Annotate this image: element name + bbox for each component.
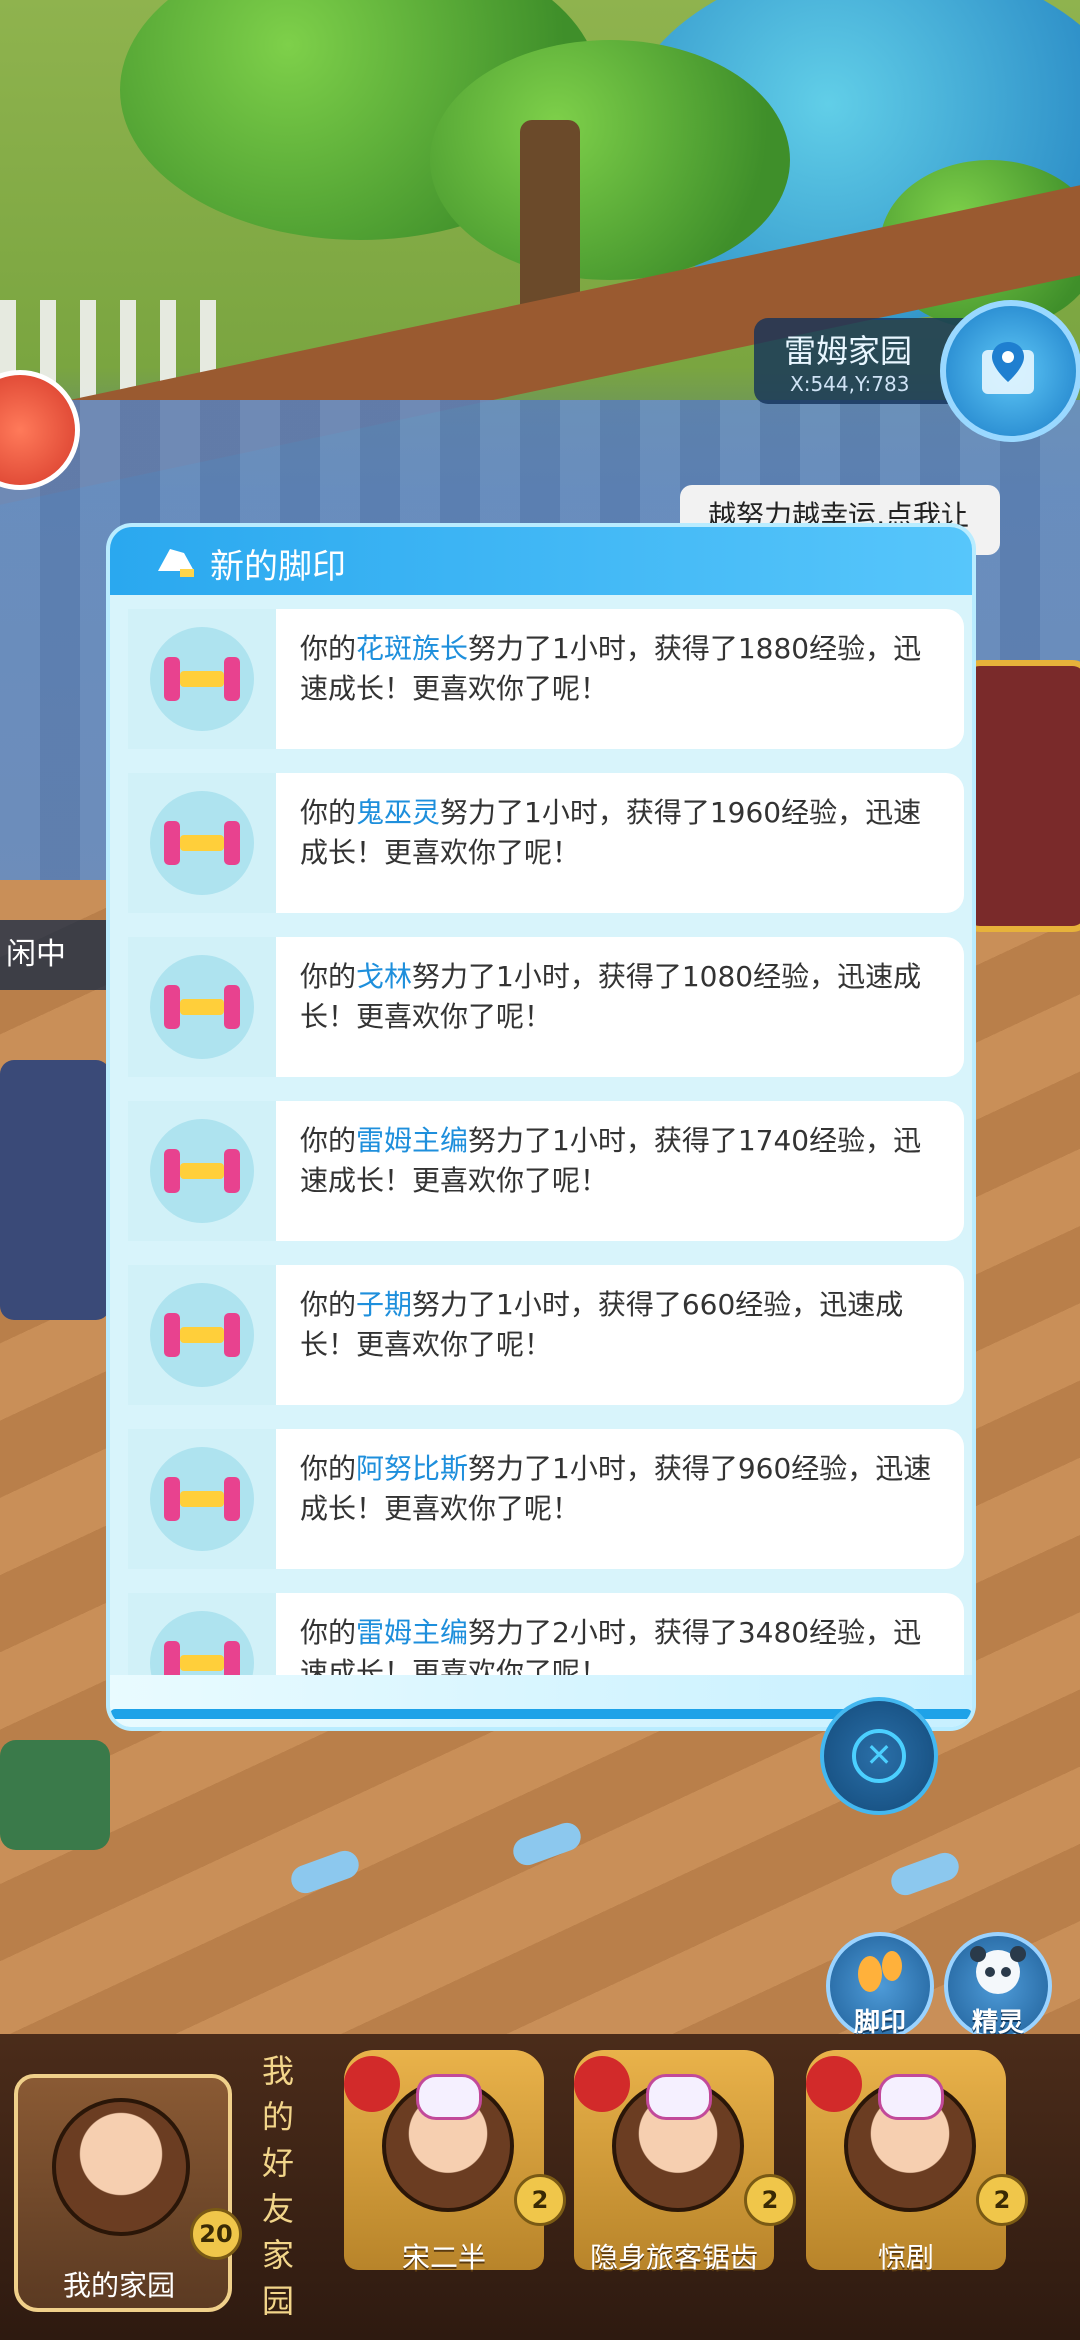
pet-name[interactable]: 鬼巫灵 <box>356 796 440 829</box>
item-icon-wrap <box>128 937 276 1077</box>
location-tag[interactable]: 雷姆家园 X:544,Y:783 <box>754 318 964 404</box>
friend-home-card[interactable]: 2 隐身旅客锯齿 <box>574 2050 796 2280</box>
dumbbell-icon <box>164 821 240 865</box>
close-icon: ✕ <box>852 1729 906 1783</box>
list-item: 你的子期努力了1小时，获得了660经验，迅速成长！更喜欢你了呢！ <box>128 1265 964 1405</box>
dumbbell-icon <box>164 1149 240 1193</box>
list-item: 你的阿努比斯努力了1小时，获得了960经验，迅速成长！更喜欢你了呢！ <box>128 1429 964 1569</box>
popup-header: 新的脚印 <box>110 527 972 595</box>
dumbbell-icon <box>164 1477 240 1521</box>
item-message: 你的鬼巫灵努力了1小时，获得了1960经验，迅速成长！更喜欢你了呢！ <box>300 793 940 873</box>
friend-home-card[interactable]: 2 宋二半 <box>344 2050 566 2280</box>
item-icon-circle <box>150 1611 254 1675</box>
location-name: 雷姆家园 <box>784 332 913 370</box>
boxing-glove-icon <box>806 2056 862 2112</box>
item-icon-circle <box>150 1119 254 1223</box>
cat-icon <box>878 2074 944 2120</box>
popup-title: 新的脚印 <box>210 547 346 587</box>
friend-name: 隐身旅客锯齿 <box>589 2241 758 2274</box>
my-home-button[interactable]: 20 我的家园 <box>14 2074 242 2312</box>
level-badge: 2 <box>744 2174 796 2226</box>
wall-decoration[interactable] <box>960 660 1080 932</box>
map-pin-icon <box>982 342 1034 394</box>
level-badge: 2 <box>976 2174 1028 2226</box>
dumbbell-icon <box>164 1641 240 1675</box>
msg-prefix: 你的 <box>300 960 357 993</box>
item-message: 你的阿努比斯努力了1小时，获得了960经验，迅速成长！更喜欢你了呢！ <box>300 1449 940 1529</box>
friend-name: 惊剧 <box>877 2241 934 2274</box>
item-message: 你的雷姆主编努力了1小时，获得了1740经验，迅速成长！更喜欢你了呢！ <box>300 1121 940 1201</box>
pet-name[interactable]: 雷姆主编 <box>356 1124 468 1157</box>
status-label: 闲中 <box>0 920 126 990</box>
item-bubble: 你的阿努比斯努力了1小时，获得了960经验，迅速成长！更喜欢你了呢！ <box>276 1429 964 1569</box>
pet-name[interactable]: 花斑族长 <box>356 632 468 665</box>
msg-prefix: 你的 <box>300 632 357 665</box>
item-bubble: 你的鬼巫灵努力了1小时，获得了1960经验，迅速成长！更喜欢你了呢！ <box>276 773 964 913</box>
pet-name[interactable]: 雷姆主编 <box>356 1616 468 1649</box>
pet-name[interactable]: 戈林 <box>356 960 412 993</box>
item-icon-wrap <box>128 773 276 913</box>
avatar <box>52 2098 190 2236</box>
close-button[interactable]: ✕ <box>820 1697 938 1815</box>
map-button[interactable] <box>940 300 1080 442</box>
footprint-popup: 新的脚印 你的花斑族长努力了1小时，获得了1880经验，迅速成长！更喜欢你了呢！ <box>110 527 972 1727</box>
footprint-button[interactable]: 脚印 <box>826 1932 934 2040</box>
friend-name: 宋二半 <box>401 2241 486 2274</box>
item-message: 你的子期努力了1小时，获得了660经验，迅速成长！更喜欢你了呢！ <box>300 1285 940 1365</box>
item-message: 你的戈林努力了1小时，获得了1080经验，迅速成长！更喜欢你了呢！ <box>300 957 940 1037</box>
item-icon-wrap <box>128 1101 276 1241</box>
item-icon-wrap <box>128 1265 276 1405</box>
item-icon-wrap <box>128 1429 276 1569</box>
cat-icon <box>416 2074 482 2120</box>
list-item: 你的雷姆主编努力了1小时，获得了1740经验，迅速成长！更喜欢你了呢！ <box>128 1101 964 1241</box>
item-icon-circle <box>150 627 254 731</box>
list-item: 你的鬼巫灵努力了1小时，获得了1960经验，迅速成长！更喜欢你了呢！ <box>128 773 964 913</box>
boxing-glove-icon <box>344 2056 400 2112</box>
machine-furniture[interactable] <box>0 1060 110 1320</box>
level-badge: 20 <box>190 2208 242 2260</box>
list-item: 你的雷姆主编努力了2小时，获得了3480经验，迅速成长！更喜欢你了呢！ <box>128 1593 964 1675</box>
friend-home-card[interactable]: 2 惊剧 <box>806 2050 1028 2280</box>
spirit-button[interactable]: 精灵 <box>944 1932 1052 2040</box>
level-badge: 2 <box>514 2174 566 2226</box>
boxing-glove-icon <box>574 2056 630 2112</box>
item-icon-circle <box>150 1283 254 1387</box>
footprint-icon <box>158 549 194 577</box>
item-icon-circle <box>150 1447 254 1551</box>
footprint-icon <box>858 1951 902 1992</box>
item-bubble: 你的雷姆主编努力了2小时，获得了3480经验，迅速成长！更喜欢你了呢！ <box>276 1593 964 1675</box>
msg-prefix: 你的 <box>300 1616 357 1649</box>
item-bubble: 你的雷姆主编努力了1小时，获得了1740经验，迅速成长！更喜欢你了呢！ <box>276 1101 964 1241</box>
footprint-list[interactable]: 你的花斑族长努力了1小时，获得了1880经验，迅速成长！更喜欢你了呢！ 你的鬼巫… <box>110 595 972 1675</box>
list-item: 你的戈林努力了1小时，获得了1080经验，迅速成长！更喜欢你了呢！ <box>128 937 964 1077</box>
location-coords: X:544,Y:783 <box>790 372 910 396</box>
dumbbell-icon <box>164 1313 240 1357</box>
list-item: 你的花斑族长努力了1小时，获得了1880经验，迅速成长！更喜欢你了呢！ <box>128 609 964 749</box>
my-home-label: 我的家园 <box>62 2269 175 2302</box>
dumbbell-icon <box>164 985 240 1029</box>
panda-icon <box>970 1946 1026 1994</box>
item-bubble: 你的戈林努力了1小时，获得了1080经验，迅速成长！更喜欢你了呢！ <box>276 937 964 1077</box>
cat-icon <box>646 2074 712 2120</box>
friends-home-title: 我的好友家园 <box>262 2052 295 2320</box>
item-icon-circle <box>150 791 254 895</box>
msg-prefix: 你的 <box>300 1452 357 1485</box>
msg-prefix: 你的 <box>300 1288 357 1321</box>
tree-canopy <box>430 40 790 280</box>
item-bubble: 你的子期努力了1小时，获得了660经验，迅速成长！更喜欢你了呢！ <box>276 1265 964 1405</box>
pet-name[interactable]: 子期 <box>356 1288 412 1321</box>
item-message: 你的雷姆主编努力了2小时，获得了3480经验，迅速成长！更喜欢你了呢！ <box>300 1613 940 1675</box>
chair-furniture[interactable] <box>0 1740 110 1850</box>
msg-prefix: 你的 <box>300 1124 357 1157</box>
item-bubble: 你的花斑族长努力了1小时，获得了1880经验，迅速成长！更喜欢你了呢！ <box>276 609 964 749</box>
item-icon-wrap <box>128 1593 276 1675</box>
pet-name[interactable]: 阿努比斯 <box>356 1452 468 1485</box>
item-icon-circle <box>150 955 254 1059</box>
msg-prefix: 你的 <box>300 796 357 829</box>
item-icon-wrap <box>128 609 276 749</box>
dumbbell-icon <box>164 657 240 701</box>
item-message: 你的花斑族长努力了1小时，获得了1880经验，迅速成长！更喜欢你了呢！ <box>300 629 940 709</box>
